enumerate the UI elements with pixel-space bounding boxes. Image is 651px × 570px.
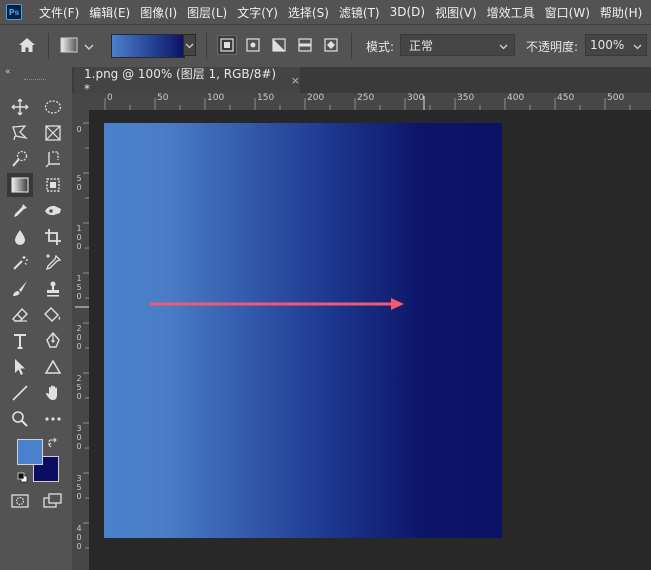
angle-gradient-button[interactable] — [270, 36, 288, 54]
shape-tool-icon[interactable] — [40, 355, 66, 379]
zoom-tool-icon[interactable] — [7, 407, 33, 431]
document-tab-title: 1.png @ 100% (图层 1, RGB/8#) * — [84, 66, 277, 96]
ruler-tick-label: 50 — [76, 174, 82, 192]
document-canvas[interactable] — [104, 123, 502, 538]
chevron-down-icon — [499, 44, 508, 50]
ruler-tick-label: 50 — [157, 93, 169, 103]
ruler-tick-label: 450 — [557, 93, 575, 103]
menu-filter[interactable]: 滤镜(T) — [334, 4, 385, 21]
move-tool-icon[interactable] — [7, 95, 33, 119]
ruler-tick-label: 100 — [207, 93, 225, 103]
photoshop-logo-icon[interactable]: Ps — [6, 4, 22, 20]
paint-bucket-tool-icon[interactable] — [40, 303, 66, 327]
opacity-value: 100% — [590, 38, 625, 52]
brush-tool-icon[interactable] — [7, 277, 33, 301]
gradient-direction-arrow — [149, 298, 404, 310]
menu-image[interactable]: 图像(I) — [135, 4, 182, 21]
hand-tool-icon[interactable] — [40, 381, 66, 405]
radial-gradient-button[interactable] — [244, 36, 262, 54]
screen-mode-icon[interactable] — [40, 489, 66, 513]
opacity-input[interactable]: 100% — [585, 34, 647, 56]
reflected-gradient-button[interactable] — [296, 36, 314, 54]
ruler-tick-label: 300 — [76, 424, 82, 451]
horizontal-ruler[interactable]: 0 50 100 150 200 250 300 350 400 450 500 — [72, 93, 651, 110]
ruler-tick-label: 0 — [107, 93, 113, 103]
chevron-down-icon — [633, 44, 642, 50]
ruler-tick-label: 0 — [76, 125, 82, 134]
blend-mode-select[interactable]: 正常 — [400, 34, 515, 56]
ruler-tick-label: 350 — [457, 93, 475, 103]
elliptical-marquee-tool-icon[interactable] — [40, 95, 66, 119]
ruler-tick-label: 200 — [307, 93, 325, 103]
menu-window[interactable]: 窗口(W) — [540, 4, 595, 21]
color-sampler-tool-icon[interactable] — [40, 251, 66, 275]
ruler-tick-label: 150 — [257, 93, 275, 103]
menu-select[interactable]: 选择(S) — [283, 4, 334, 21]
ruler-tick-label: 500 — [607, 93, 625, 103]
opacity-label: 不透明度: — [526, 40, 579, 54]
ruler-tick-label: 400 — [507, 93, 525, 103]
default-colors-icon[interactable] — [17, 472, 28, 486]
vertical-ruler[interactable]: 0 50 100 150 200 250 300 350 400 — [72, 110, 89, 570]
spot-healing-brush-tool-icon[interactable] — [40, 199, 66, 223]
eyedropper-tool-icon[interactable] — [7, 199, 33, 223]
ruler-tick-label: 200 — [76, 324, 82, 351]
menu-edit[interactable]: 编辑(E) — [84, 4, 135, 21]
blur-tool-icon[interactable] — [7, 225, 33, 249]
menu-help[interactable]: 帮助(H) — [595, 4, 647, 21]
line-tool-icon[interactable] — [7, 381, 33, 405]
swap-colors-icon[interactable] — [47, 437, 58, 452]
crop-perspective-tool-icon[interactable] — [40, 147, 66, 171]
ruler-tick-label: 250 — [357, 93, 375, 103]
gradient-tool-preset-icon[interactable] — [60, 37, 78, 56]
document-tab[interactable]: 1.png @ 100% (图层 1, RGB/8#) * × — [74, 66, 300, 96]
quick-selection-tool-icon[interactable] — [7, 147, 33, 171]
pen-tool-icon[interactable] — [40, 329, 66, 353]
menu-file[interactable]: 文件(F) — [34, 4, 84, 21]
quick-mask-icon[interactable] — [7, 489, 33, 513]
type-tool-icon[interactable] — [7, 329, 33, 353]
close-icon[interactable]: × — [291, 74, 300, 87]
ruler-tick-label: 300 — [407, 93, 425, 103]
linear-gradient-button[interactable] — [217, 35, 237, 55]
object-selection-tool-icon[interactable] — [40, 173, 66, 197]
tool-preset-chevron-down-icon[interactable] — [84, 40, 94, 54]
eraser-tool-icon[interactable] — [7, 303, 33, 327]
menu-bar: Ps 文件(F) 编辑(E) 图像(I) 图层(L) 文字(Y) 选择(S) 滤… — [0, 0, 651, 24]
more-tools-icon[interactable] — [40, 407, 66, 431]
panel-grip[interactable] — [24, 79, 46, 82]
menu-plugins[interactable]: 增效工具 — [482, 4, 540, 21]
ruler-tick-label: 250 — [76, 374, 82, 401]
tools-panel: « — [0, 67, 72, 570]
document-tab-bar: 1.png @ 100% (图层 1, RGB/8#) * × — [72, 66, 651, 96]
ruler-tick-label: 150 — [76, 274, 82, 301]
menu-3d[interactable]: 3D(D) — [385, 5, 430, 19]
ruler-tick-label: 100 — [76, 224, 82, 251]
magic-wand-tool-icon[interactable] — [7, 251, 33, 275]
path-selection-tool-icon[interactable] — [7, 355, 33, 379]
blend-mode-value: 正常 — [409, 38, 434, 53]
collapse-panel-icon[interactable]: « — [5, 67, 11, 77]
gradient-tool-icon[interactable] — [7, 173, 33, 197]
ruler-tick-label: 350 — [76, 474, 82, 501]
diamond-gradient-button[interactable] — [322, 36, 340, 54]
mode-label: 模式: — [366, 40, 395, 54]
menu-view[interactable]: 视图(V) — [430, 4, 482, 21]
menu-type[interactable]: 文字(Y) — [232, 4, 283, 21]
options-bar: 模式: 正常 不透明度: 100% — [0, 24, 651, 67]
foreground-color-swatch[interactable] — [17, 439, 43, 465]
frame-tool-icon[interactable] — [40, 121, 66, 145]
gradient-picker-chevron-down-icon[interactable] — [183, 34, 196, 56]
clone-stamp-tool-icon[interactable] — [40, 277, 66, 301]
crop-tool-icon[interactable] — [40, 225, 66, 249]
home-icon[interactable] — [18, 37, 36, 56]
menu-layer[interactable]: 图层(L) — [182, 4, 232, 21]
polygonal-lasso-tool-icon[interactable] — [7, 121, 33, 145]
ruler-tick-label: 400 — [76, 524, 82, 551]
gradient-preview-swatch[interactable] — [111, 34, 185, 58]
